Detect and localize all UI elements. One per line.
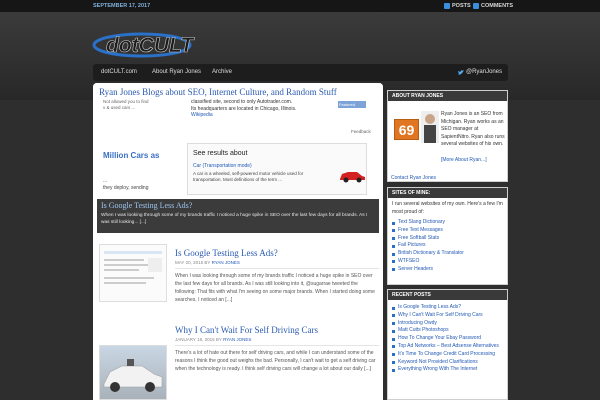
svg-text:dotCULT: dotCULT bbox=[106, 34, 195, 57]
rss-icon bbox=[473, 3, 479, 9]
rss-icon bbox=[444, 3, 450, 9]
widget-title: RECENT POSTS bbox=[388, 290, 507, 300]
nav-item-about[interactable]: About Ryan Jones bbox=[152, 69, 201, 75]
recent-post-link[interactable]: Keyword Not Provided Clarifications bbox=[392, 359, 503, 367]
post-meta: JANUARY 18, 2015 BY RYAN JONES bbox=[175, 337, 252, 342]
recent-post-link[interactable]: Matt Cutts Photoshops bbox=[392, 327, 503, 335]
site-link[interactable]: Text Slang Dictionary bbox=[392, 219, 503, 227]
about-text: Ryan Jones is an SEO from Michigan. Ryan… bbox=[441, 111, 505, 148]
top-bar: SEPTEMBER 17, 2017 POSTS COMMENTS bbox=[0, 0, 600, 12]
post-meta: MAY 20, 2015 BY RYAN JONES bbox=[175, 260, 240, 265]
contact-link[interactable]: Contact Ryan Jones bbox=[391, 175, 436, 181]
twitter-icon bbox=[458, 69, 464, 75]
sites-widget: SITES OF MINE: I run several websites of… bbox=[387, 187, 508, 285]
main-nav: dotCULT.com About Ryan Jones Archive @Ry… bbox=[93, 64, 508, 81]
recent-posts-widget: RECENT POSTS Is Google Testing Less Ads?… bbox=[387, 289, 508, 400]
post-thumbnail[interactable] bbox=[99, 345, 167, 400]
nav-item-archive[interactable]: Archive bbox=[212, 69, 232, 75]
widget-title: ABOUT RYAN JONES bbox=[388, 91, 507, 101]
recent-post-link[interactable]: Everything Wrong With The Internet bbox=[392, 366, 503, 374]
recent-post-link[interactable]: Introducing Owdy bbox=[392, 320, 503, 328]
site-link[interactable]: Server Headers bbox=[392, 266, 503, 274]
recent-post-link[interactable]: How To Change Your Ebay Password bbox=[392, 335, 503, 343]
recent-post-link[interactable]: Why I Can't Wait For Self Driving Cars bbox=[392, 312, 503, 320]
rank-badge: 69 bbox=[394, 119, 419, 140]
twitter-link[interactable]: @RyanJones bbox=[458, 69, 502, 75]
car-image bbox=[340, 172, 365, 183]
widget-title: SITES OF MINE: bbox=[388, 188, 507, 198]
post-excerpt: When I was looking through some of my br… bbox=[175, 268, 379, 304]
featured-title[interactable]: Ryan Jones Blogs about SEO, Internet Cul… bbox=[99, 87, 337, 97]
post-entry: Why I Can't Wait For Self Driving Cars J… bbox=[175, 325, 379, 373]
post-title[interactable]: Why I Can't Wait For Self Driving Cars bbox=[175, 325, 379, 335]
featured-slider: Ryan Jones Blogs about SEO, Internet Cul… bbox=[93, 83, 383, 238]
post-title[interactable]: Is Google Testing Less Ads? bbox=[175, 248, 379, 258]
site-link[interactable]: Free Softball Stats bbox=[392, 235, 503, 243]
nav-item-home[interactable]: dotCULT.com bbox=[101, 69, 137, 75]
self-driving-car-image bbox=[103, 359, 163, 392]
post-excerpt: There's a lot of hate out there for self… bbox=[175, 345, 379, 373]
post-entry: Is Google Testing Less Ads? MAY 20, 2015… bbox=[175, 248, 379, 304]
post-thumbnail[interactable] bbox=[99, 244, 167, 302]
sidebar: ABOUT RYAN JONES 69 Ryan Jones is an SEO… bbox=[387, 90, 508, 400]
avatar bbox=[421, 111, 439, 143]
recent-post-link[interactable]: Top Ad Networks – Best Adsense Alternati… bbox=[392, 343, 503, 351]
about-widget: ABOUT RYAN JONES 69 Ryan Jones is an SEO… bbox=[387, 90, 508, 182]
more-about-link[interactable]: [More About Ryan...] bbox=[441, 157, 487, 163]
sites-intro: I run several websites of my own. Here's… bbox=[392, 201, 503, 215]
slider-caption[interactable]: Is Google Testing Less Ads? When I was l… bbox=[97, 199, 379, 233]
site-link[interactable]: Fail Pictures bbox=[392, 242, 503, 250]
site-logo[interactable]: dotCULT bbox=[92, 28, 227, 60]
main-content: Ryan Jones Blogs about SEO, Internet Cul… bbox=[93, 83, 383, 400]
comments-rss-link[interactable]: COMMENTS bbox=[473, 2, 513, 10]
site-link[interactable]: British Dictionary & Translator bbox=[392, 250, 503, 258]
current-date: SEPTEMBER 17, 2017 bbox=[93, 3, 151, 9]
posts-rss-link[interactable]: POSTS bbox=[444, 2, 471, 10]
site-link[interactable]: Free Text Messages bbox=[392, 227, 503, 235]
recent-post-link[interactable]: It's Time To Change Credit Card Processi… bbox=[392, 351, 503, 359]
site-link[interactable]: WTFSEO bbox=[392, 258, 503, 266]
recent-post-link[interactable]: Is Google Testing Less Ads? bbox=[392, 304, 503, 312]
